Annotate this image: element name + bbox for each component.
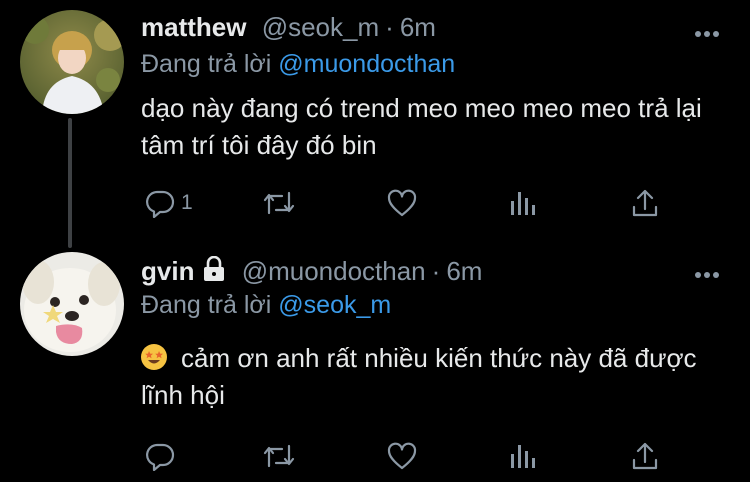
tweet-header: matthew @seok_m · 6m (141, 10, 436, 44)
retweet-button[interactable] (261, 438, 297, 474)
replying-to-label: Đang trả lời (141, 291, 272, 319)
retweet-icon (261, 188, 297, 218)
analytics-button[interactable] (509, 185, 537, 221)
reply-button[interactable] (145, 438, 181, 474)
thread-line (68, 118, 72, 248)
avatar-matthew[interactable] (20, 10, 124, 114)
separator-dot: · (385, 12, 394, 42)
analytics-icon (509, 188, 537, 218)
author-handle[interactable]: @muondocthan (242, 256, 426, 286)
tweet-text-wrapper: cảm ơn anh rất nhiều kiến thức này đã đư… (141, 340, 731, 414)
mention-link[interactable]: @muondocthan (278, 50, 455, 78)
tweet-time[interactable]: 6m (400, 12, 436, 42)
replying-to: Đang trả lời @seok_m (141, 288, 391, 322)
heart-icon (386, 188, 418, 218)
author-handle[interactable]: @seok_m (262, 12, 379, 42)
share-button[interactable] (631, 185, 659, 221)
more-icon[interactable] (694, 25, 720, 37)
mention-link[interactable]: @seok_m (278, 291, 391, 319)
retweet-icon (261, 441, 297, 471)
share-icon (631, 188, 659, 218)
avatar-gvin[interactable] (20, 252, 124, 356)
star-struck-emoji (141, 344, 167, 370)
author-name[interactable]: matthew (141, 12, 246, 42)
analytics-button[interactable] (509, 438, 537, 474)
tweet-text: cảm ơn anh rất nhiều kiến thức này đã đư… (141, 343, 697, 410)
tweet-time[interactable]: 6m (446, 256, 482, 286)
analytics-icon (509, 441, 537, 471)
tweet-text: dạo này đang có trend meo meo meo meo tr… (141, 93, 702, 160)
separator-dot: · (431, 256, 441, 286)
reply-icon (145, 188, 175, 218)
action-bar: 1 (141, 185, 701, 221)
retweet-button[interactable] (261, 185, 297, 221)
action-bar (141, 438, 701, 474)
replying-to: Đang trả lời @muondocthan (141, 47, 455, 81)
share-icon (631, 441, 659, 471)
replying-to-label: Đang trả lời (141, 50, 272, 78)
reply-icon (145, 441, 175, 471)
share-button[interactable] (631, 438, 659, 474)
tweet-header: gvin @muondocthan · 6m (141, 254, 482, 288)
author-name[interactable]: gvin (141, 256, 194, 286)
more-icon[interactable] (694, 266, 720, 278)
like-button[interactable] (386, 438, 418, 474)
tweet-gvin[interactable]: gvin @muondocthan · 6m Đang trả lời @seok_… (0, 240, 750, 482)
like-button[interactable] (386, 185, 418, 221)
lock-icon (202, 255, 226, 290)
heart-icon (386, 441, 418, 471)
reply-count: 1 (181, 191, 193, 214)
reply-button[interactable]: 1 (145, 185, 193, 221)
tweet-matthew[interactable]: matthew @seok_m · 6m Đang trả lời @muondoc… (0, 0, 750, 248)
